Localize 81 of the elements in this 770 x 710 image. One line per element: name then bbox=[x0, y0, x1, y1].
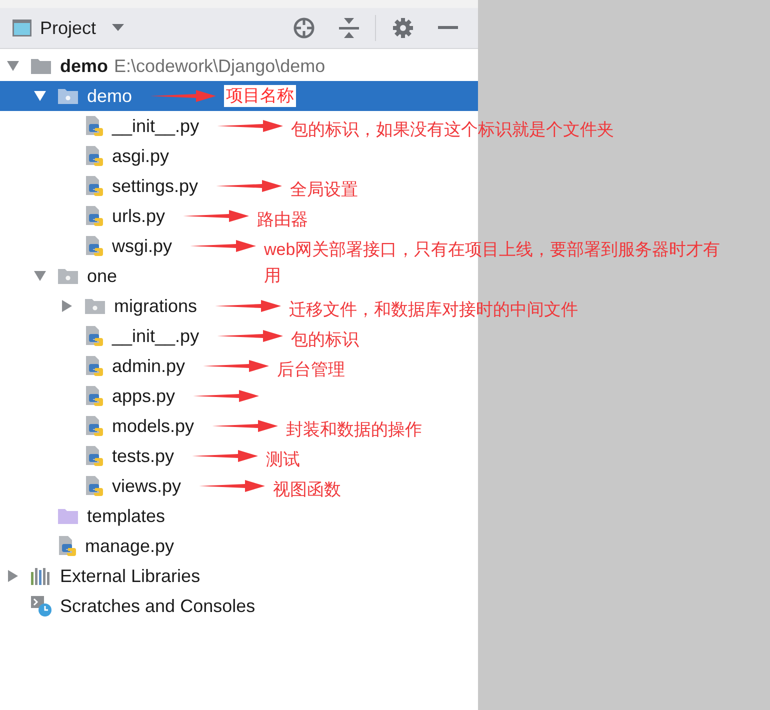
package-folder-icon bbox=[57, 87, 79, 105]
item-label: admin.py bbox=[112, 356, 186, 376]
item-label: __init__.py bbox=[112, 326, 200, 346]
libraries-icon bbox=[30, 567, 52, 585]
annotation: 包的标识，如果没有这个标识就是个文件夹 bbox=[291, 119, 614, 141]
python-file-icon bbox=[57, 535, 77, 557]
item-label: __init__.py bbox=[112, 116, 200, 136]
tree-item[interactable]: views.py bbox=[58, 471, 182, 501]
collapsed-arrow-icon[interactable] bbox=[60, 299, 74, 313]
python-file-icon bbox=[84, 355, 104, 377]
minus-icon bbox=[438, 26, 458, 30]
annotation: 封装和数据的操作 bbox=[286, 419, 422, 441]
expanded-arrow-icon[interactable] bbox=[6, 59, 20, 73]
python-file-icon bbox=[84, 475, 104, 497]
python-file-icon bbox=[84, 325, 104, 347]
item-label: demo bbox=[87, 86, 132, 106]
expanded-arrow-icon[interactable] bbox=[33, 89, 47, 103]
annotation: 后台管理 bbox=[277, 359, 346, 381]
item-label: apps.py bbox=[112, 386, 176, 406]
python-file-icon bbox=[84, 205, 104, 227]
annotation: 项目名称 bbox=[224, 85, 296, 108]
python-file-icon bbox=[84, 115, 104, 137]
annotation: 全局设置 bbox=[290, 179, 358, 201]
annotation: web网关部署接口，只有在项目上线，要部署到服务器时才有用 bbox=[264, 239, 722, 286]
tree-item[interactable]: apps.py bbox=[58, 381, 176, 411]
window-icon bbox=[12, 19, 32, 37]
python-file-icon bbox=[84, 235, 104, 257]
tree-item[interactable]: manage.py bbox=[31, 531, 174, 561]
tree-item[interactable]: templates bbox=[31, 501, 166, 531]
item-label: urls.py bbox=[112, 206, 166, 226]
package-folder-icon bbox=[84, 297, 106, 315]
annotation: 视图函数 bbox=[273, 479, 342, 501]
python-file-icon bbox=[84, 145, 104, 167]
tree-item[interactable]: tests.py bbox=[58, 441, 174, 471]
item-label: Scratches and Consoles bbox=[60, 596, 256, 616]
tree-item[interactable]: admin.py bbox=[58, 351, 186, 381]
item-label: settings.py bbox=[112, 176, 198, 196]
item-label: templates bbox=[87, 506, 166, 526]
item-label: External Libraries bbox=[60, 566, 200, 586]
item-label: one bbox=[87, 266, 118, 286]
item-label: manage.py bbox=[85, 536, 174, 556]
tree-item[interactable]: migrations bbox=[58, 291, 198, 321]
item-label: tests.py bbox=[112, 446, 174, 466]
item-path: E:\codework\Django\demo bbox=[114, 56, 326, 76]
panel-title: Project bbox=[40, 18, 96, 38]
settings-icon bbox=[392, 17, 414, 39]
tree-item[interactable]: asgi.py bbox=[58, 141, 170, 171]
collapsed-arrow-icon[interactable] bbox=[6, 569, 20, 583]
caret-icon bbox=[112, 24, 124, 32]
tree-item[interactable]: Scratches and Consoles bbox=[4, 591, 256, 621]
tree-item[interactable]: External Libraries bbox=[4, 561, 200, 591]
annotation: 路由器 bbox=[257, 209, 308, 231]
tree-item[interactable]: one bbox=[31, 261, 118, 291]
python-file-icon bbox=[84, 385, 104, 407]
tree-item[interactable]: urls.py bbox=[58, 201, 166, 231]
item-label: demo bbox=[60, 56, 108, 76]
tree-item[interactable]: settings.py bbox=[58, 171, 198, 201]
crosshair-icon bbox=[293, 17, 315, 39]
python-file-icon bbox=[84, 445, 104, 467]
item-label: views.py bbox=[112, 476, 182, 496]
scratches-icon bbox=[30, 595, 52, 617]
python-file-icon bbox=[84, 175, 104, 197]
folder-icon bbox=[57, 507, 79, 525]
tree-item[interactable]: models.py bbox=[58, 411, 194, 441]
item-label: migrations bbox=[114, 296, 198, 316]
item-label: models.py bbox=[112, 416, 194, 436]
tree-item[interactable]: demo E:\codework\Django\demo bbox=[4, 51, 326, 81]
item-label: asgi.py bbox=[112, 146, 170, 166]
annotation: 包的标识 bbox=[291, 329, 360, 351]
annotation: 测试 bbox=[266, 449, 300, 471]
python-file-icon bbox=[84, 415, 104, 437]
item-label: wsgi.py bbox=[112, 236, 172, 256]
annotation: 迁移文件，和数据库对接时的中间文件 bbox=[289, 299, 578, 321]
expanded-arrow-icon[interactable] bbox=[33, 269, 47, 283]
folder-icon bbox=[30, 57, 52, 75]
tree-item[interactable]: __init__.py bbox=[58, 321, 200, 351]
tree-item[interactable]: __init__.py bbox=[58, 111, 200, 141]
tree-item[interactable]: wsgi.py bbox=[58, 231, 172, 261]
package-folder-icon bbox=[57, 267, 79, 285]
tree-item[interactable]: demo bbox=[31, 81, 132, 111]
collapse-icon bbox=[339, 17, 359, 39]
